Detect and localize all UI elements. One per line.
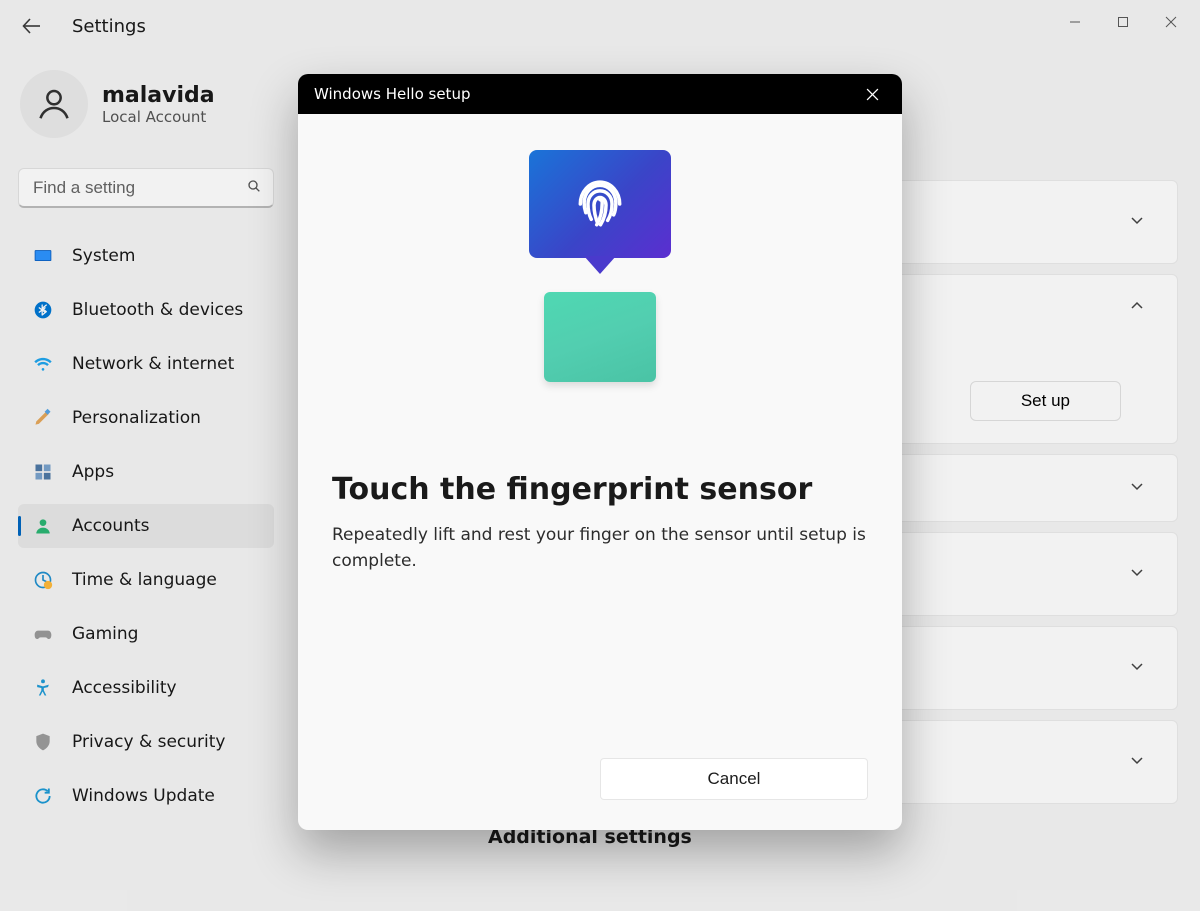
modal-body-text: Repeatedly lift and rest your finger on … xyxy=(332,523,868,574)
sensor-pad-icon xyxy=(544,292,656,382)
cancel-button[interactable]: Cancel xyxy=(600,758,868,800)
close-button[interactable] xyxy=(852,74,892,114)
modal-heading: Touch the fingerprint sensor xyxy=(332,472,868,507)
modal-title-bar: Windows Hello setup xyxy=(314,85,470,103)
fingerprint-bubble-icon xyxy=(529,150,671,258)
windows-hello-modal: Windows Hello setup Touch the fingerprin… xyxy=(298,74,902,830)
